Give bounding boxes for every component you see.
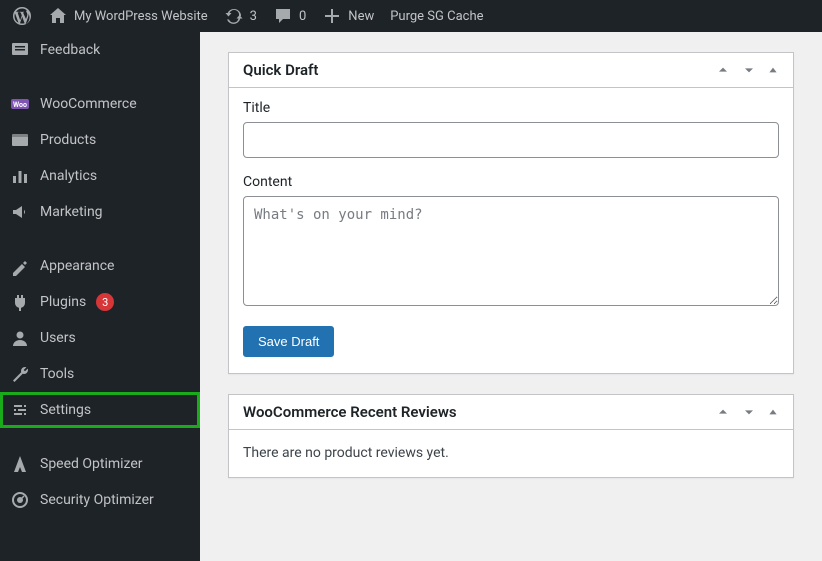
sidebar-label-tools: Tools — [40, 366, 74, 382]
woocommerce-icon: Woo — [10, 94, 30, 114]
panel-move-down-button[interactable] — [741, 404, 757, 420]
sidebar-label-appearance: Appearance — [40, 258, 114, 274]
marketing-icon — [10, 202, 30, 222]
sidebar-item-tools[interactable]: Tools — [0, 356, 200, 392]
main-content: Quick Draft Title Content Save Draft Woo… — [200, 32, 822, 561]
quick-draft-panel: Quick Draft Title Content Save Draft — [228, 52, 794, 374]
recent-reviews-panel: WooCommerce Recent Reviews There are no … — [228, 394, 794, 478]
admin-bar: My WordPress Website 3 0 New Purge SG Ca… — [0, 0, 822, 32]
plugins-update-badge: 3 — [96, 293, 114, 311]
wordpress-logo-icon — [12, 6, 32, 26]
speed-optimizer-icon — [10, 454, 30, 474]
sidebar-item-plugins[interactable]: Plugins 3 — [0, 284, 200, 320]
new-content-label: New — [348, 9, 374, 24]
quick-draft-body: Title Content Save Draft — [229, 88, 793, 373]
quick-draft-title: Quick Draft — [243, 61, 318, 79]
panel-move-down-button[interactable] — [741, 62, 757, 78]
sidebar-item-speed-optimizer[interactable]: Speed Optimizer — [0, 446, 200, 482]
analytics-icon — [10, 166, 30, 186]
sidebar-item-woocommerce[interactable]: Woo WooCommerce — [0, 86, 200, 122]
purge-cache-label: Purge SG Cache — [390, 9, 483, 24]
sidebar-item-feedback[interactable]: Feedback — [0, 32, 200, 68]
recent-reviews-title: WooCommerce Recent Reviews — [243, 403, 457, 421]
recent-reviews-header: WooCommerce Recent Reviews — [229, 395, 793, 430]
save-draft-button[interactable]: Save Draft — [243, 326, 334, 357]
sidebar-item-settings[interactable]: Settings — [0, 392, 200, 428]
site-name-menu[interactable]: My WordPress Website — [40, 0, 216, 32]
sidebar-label-woocommerce: WooCommerce — [40, 96, 137, 112]
menu-separator — [0, 68, 200, 86]
purge-cache-button[interactable]: Purge SG Cache — [382, 0, 491, 32]
recent-reviews-body: There are no product reviews yet. — [229, 430, 793, 477]
sidebar-item-security-optimizer[interactable]: Security Optimizer — [0, 482, 200, 518]
admin-sidebar: Feedback Woo WooCommerce Products Analyt… — [0, 32, 200, 561]
wp-logo-menu[interactable] — [4, 0, 40, 32]
comments-icon — [273, 6, 293, 26]
sidebar-label-feedback: Feedback — [40, 42, 100, 58]
panel-move-up-button[interactable] — [715, 404, 731, 420]
security-optimizer-icon — [10, 490, 30, 510]
new-content-menu[interactable]: New — [314, 0, 382, 32]
panel-controls — [715, 62, 779, 78]
site-name-label: My WordPress Website — [74, 9, 208, 24]
panel-controls — [715, 404, 779, 420]
panel-toggle-button[interactable] — [767, 406, 779, 418]
users-icon — [10, 328, 30, 348]
sidebar-label-security-optimizer: Security Optimizer — [40, 492, 154, 508]
title-field-label: Title — [243, 100, 779, 116]
draft-title-input[interactable] — [243, 122, 779, 158]
sidebar-item-appearance[interactable]: Appearance — [0, 248, 200, 284]
comments-menu[interactable]: 0 — [265, 0, 314, 32]
feedback-icon — [10, 40, 30, 60]
updates-menu[interactable]: 3 — [216, 0, 265, 32]
menu-separator — [0, 428, 200, 446]
sidebar-label-speed-optimizer: Speed Optimizer — [40, 456, 143, 472]
menu-separator — [0, 230, 200, 248]
appearance-icon — [10, 256, 30, 276]
draft-content-textarea[interactable] — [243, 196, 779, 306]
updates-icon — [224, 6, 244, 26]
sidebar-item-marketing[interactable]: Marketing — [0, 194, 200, 230]
sidebar-label-analytics: Analytics — [40, 168, 97, 184]
updates-count: 3 — [250, 9, 257, 24]
products-icon — [10, 130, 30, 150]
plus-icon — [322, 6, 342, 26]
tools-icon — [10, 364, 30, 384]
plugins-icon — [10, 292, 30, 312]
settings-icon — [10, 400, 30, 420]
no-reviews-message: There are no product reviews yet. — [243, 445, 449, 461]
sidebar-label-products: Products — [40, 132, 96, 148]
comments-count: 0 — [299, 9, 306, 24]
sidebar-label-marketing: Marketing — [40, 204, 103, 220]
sidebar-item-users[interactable]: Users — [0, 320, 200, 356]
quick-draft-header: Quick Draft — [229, 53, 793, 88]
panel-toggle-button[interactable] — [767, 64, 779, 76]
content-field-label: Content — [243, 174, 779, 190]
home-icon — [48, 6, 68, 26]
sidebar-item-analytics[interactable]: Analytics — [0, 158, 200, 194]
sidebar-label-plugins: Plugins — [40, 294, 86, 310]
sidebar-item-products[interactable]: Products — [0, 122, 200, 158]
svg-text:Woo: Woo — [13, 101, 27, 109]
sidebar-label-settings: Settings — [40, 402, 91, 418]
sidebar-label-users: Users — [40, 330, 76, 346]
panel-move-up-button[interactable] — [715, 62, 731, 78]
